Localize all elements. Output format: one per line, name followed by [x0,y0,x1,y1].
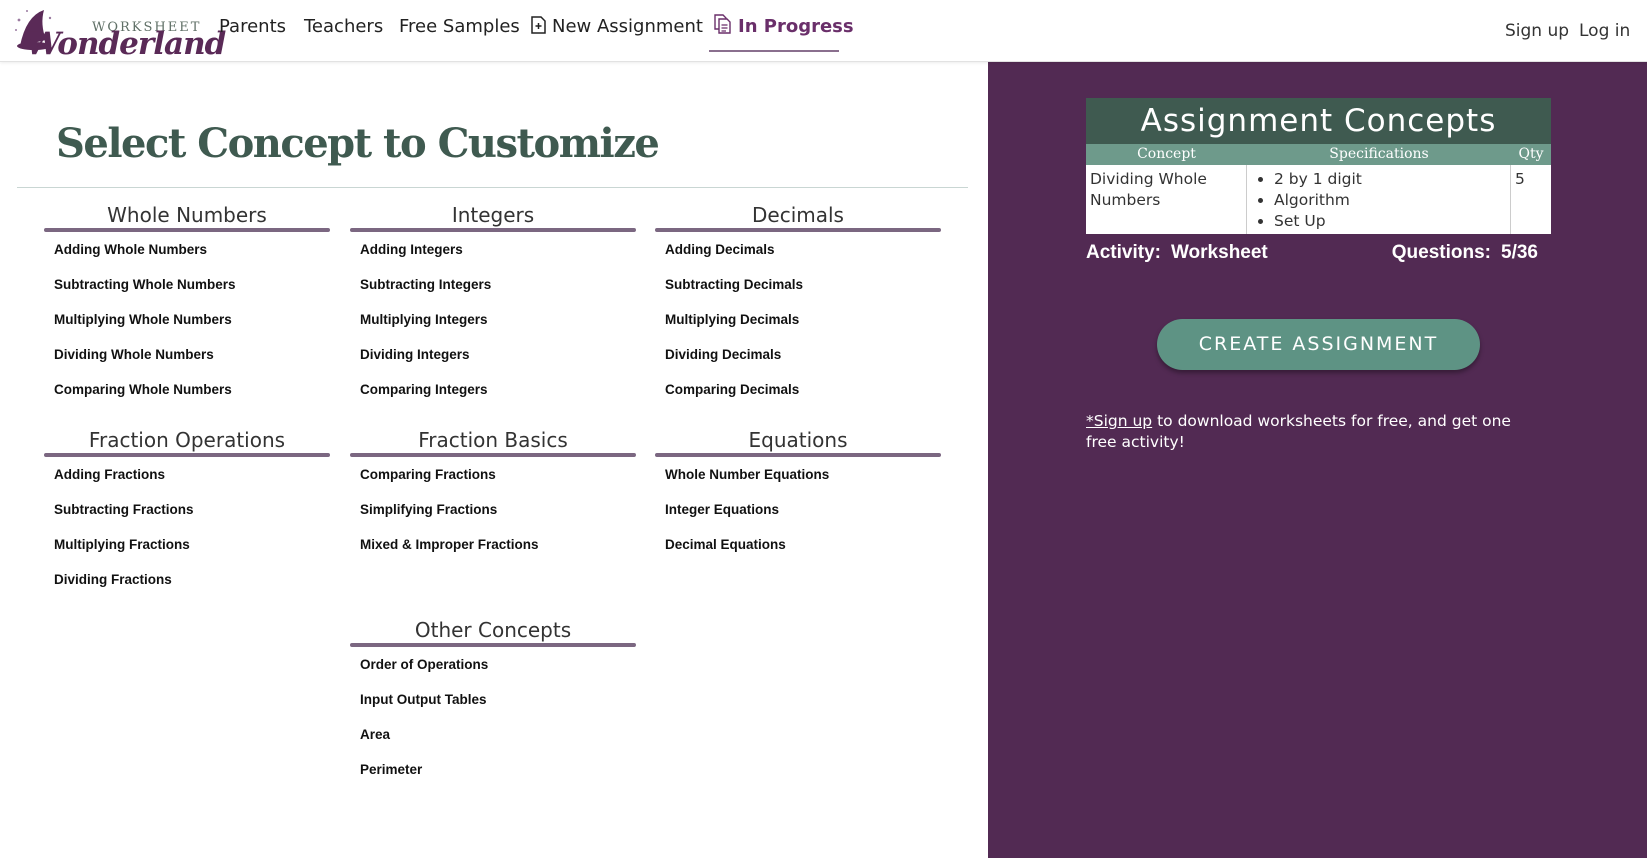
concept-link[interactable]: Multiplying Decimals [655,312,941,347]
activity-stat: Activity: Worksheet [1086,242,1268,264]
group-divider [350,453,636,457]
concept-link[interactable]: Integer Equations [655,502,941,537]
concept-link[interactable]: Adding Decimals [655,242,941,277]
nav-new-assignment[interactable]: New Assignment [531,16,703,37]
group-divider [44,228,330,232]
group-decimals: Decimals Adding Decimals Subtracting Dec… [655,202,941,417]
nav-new-assignment-label: New Assignment [552,16,703,37]
assignment-summary-panel: Assignment Concepts Concept Specificatio… [988,62,1647,858]
concept-link[interactable]: Whole Number Equations [655,467,941,502]
group-title: Other Concepts [414,618,572,642]
concept-link[interactable]: Comparing Whole Numbers [44,382,330,417]
group-fraction-basics: Fraction Basics Comparing Fractions Simp… [350,427,636,572]
group-divider [655,228,941,232]
nav-in-progress-label: In Progress [738,16,854,37]
create-assignment-button[interactable]: CREATE ASSIGNMENT [1157,319,1480,370]
group-divider [655,453,941,457]
concept-selection-panel: Select Concept to Customize Whole Number… [0,62,988,858]
concept-link[interactable]: Subtracting Whole Numbers [44,277,330,312]
concept-link[interactable]: Multiplying Integers [350,312,636,347]
nav-free-samples[interactable]: Free Samples [399,16,520,37]
spec-item: 2 by 1 digit [1274,169,1510,190]
table-row[interactable]: Dividing Whole Numbers 2 by 1 digit Algo… [1086,165,1551,234]
assignment-concepts-table: Assignment Concepts Concept Specificatio… [1086,98,1551,234]
group-title: Integers [451,203,535,227]
sign-up-link[interactable]: Sign up [1505,21,1569,41]
spec-item: Set Up [1274,211,1510,232]
concept-link[interactable]: Comparing Fractions [350,467,636,502]
concept-link[interactable]: Adding Fractions [44,467,330,502]
concept-link[interactable]: Dividing Integers [350,347,636,382]
row-qty: 5 [1515,170,1525,188]
concept-link[interactable]: Comparing Integers [350,382,636,417]
nav-parents[interactable]: Parents [219,16,286,37]
documents-icon [714,14,731,34]
group-title: Fraction Basics [418,428,568,452]
concept-link[interactable]: Area [350,727,636,762]
concept-link[interactable]: Decimal Equations [655,537,941,572]
concept-link[interactable]: Multiplying Whole Numbers [44,312,330,347]
group-title: Decimals [752,203,844,227]
title-divider [17,187,968,188]
table-column-headers: Concept Specifications Qty [1086,144,1551,165]
concept-link[interactable]: Subtracting Integers [350,277,636,312]
group-divider [44,453,330,457]
group-title: Whole Numbers [107,203,267,227]
group-other-concepts: Other Concepts Order of Operations Input… [350,617,636,797]
signup-note: *Sign up to download worksheets for free… [1086,411,1526,453]
worksheet-wonderland-logo[interactable]: WORKSHEET Wonderland [14,6,226,62]
assignment-concepts-title: Assignment Concepts [1140,103,1497,139]
group-integers: Integers Adding Integers Subtracting Int… [350,202,636,417]
group-whole-numbers: Whole Numbers Adding Whole Numbers Subtr… [44,202,330,417]
concept-link[interactable]: Subtracting Decimals [655,277,941,312]
assignment-concepts-header: Assignment Concepts Concept Specificatio… [1086,98,1551,165]
document-plus-icon [531,16,546,34]
active-tab-underline [709,50,839,52]
concept-link[interactable]: Perimeter [350,762,636,797]
group-equations: Equations Whole Number Equations Integer… [655,427,941,572]
concept-link[interactable]: Adding Integers [350,242,636,277]
page-title: Select Concept to Customize [56,120,660,167]
concept-link[interactable]: Dividing Decimals [655,347,941,382]
group-divider [350,228,636,232]
row-specifications: 2 by 1 digit Algorithm Set Up [1247,165,1511,234]
nav-in-progress[interactable]: In Progress [714,14,854,37]
concept-link[interactable]: Adding Whole Numbers [44,242,330,277]
concept-link[interactable]: Dividing Whole Numbers [44,347,330,382]
column-concept: Concept [1137,146,1196,162]
log-in-link[interactable]: Log in [1579,21,1630,41]
concept-link[interactable]: Multiplying Fractions [44,537,330,572]
activity-value: Worksheet [1170,242,1268,263]
questions-value: 5/36 [1501,242,1538,263]
concept-link[interactable]: Simplifying Fractions [350,502,636,537]
group-divider [350,643,636,647]
concept-link[interactable]: Dividing Fractions [44,572,330,607]
spec-item: Algorithm [1274,190,1510,211]
top-nav-bar: WORKSHEET Wonderland Parents Teachers Fr… [0,0,1647,62]
column-specifications: Specifications [1329,146,1429,162]
concept-link[interactable]: Comparing Decimals [655,382,941,417]
row-concept: Dividing Whole Numbers [1086,165,1247,234]
group-title: Equations [748,428,848,452]
concept-link[interactable]: Subtracting Fractions [44,502,330,537]
activity-label: Activity: [1086,242,1161,263]
column-qty: Qty [1518,146,1544,162]
signup-note-link[interactable]: *Sign up [1086,412,1152,430]
questions-label: Questions: [1391,242,1492,263]
concept-link[interactable]: Input Output Tables [350,692,636,727]
logo-big-text: Wonderland [26,26,226,62]
nav-teachers[interactable]: Teachers [304,16,383,37]
concept-link[interactable]: Mixed & Improper Fractions [350,537,636,572]
questions-stat: Questions: 5/36 [1392,242,1538,264]
group-title: Fraction Operations [88,428,286,452]
group-fraction-operations: Fraction Operations Adding Fractions Sub… [44,427,330,607]
concept-link[interactable]: Order of Operations [350,657,636,692]
